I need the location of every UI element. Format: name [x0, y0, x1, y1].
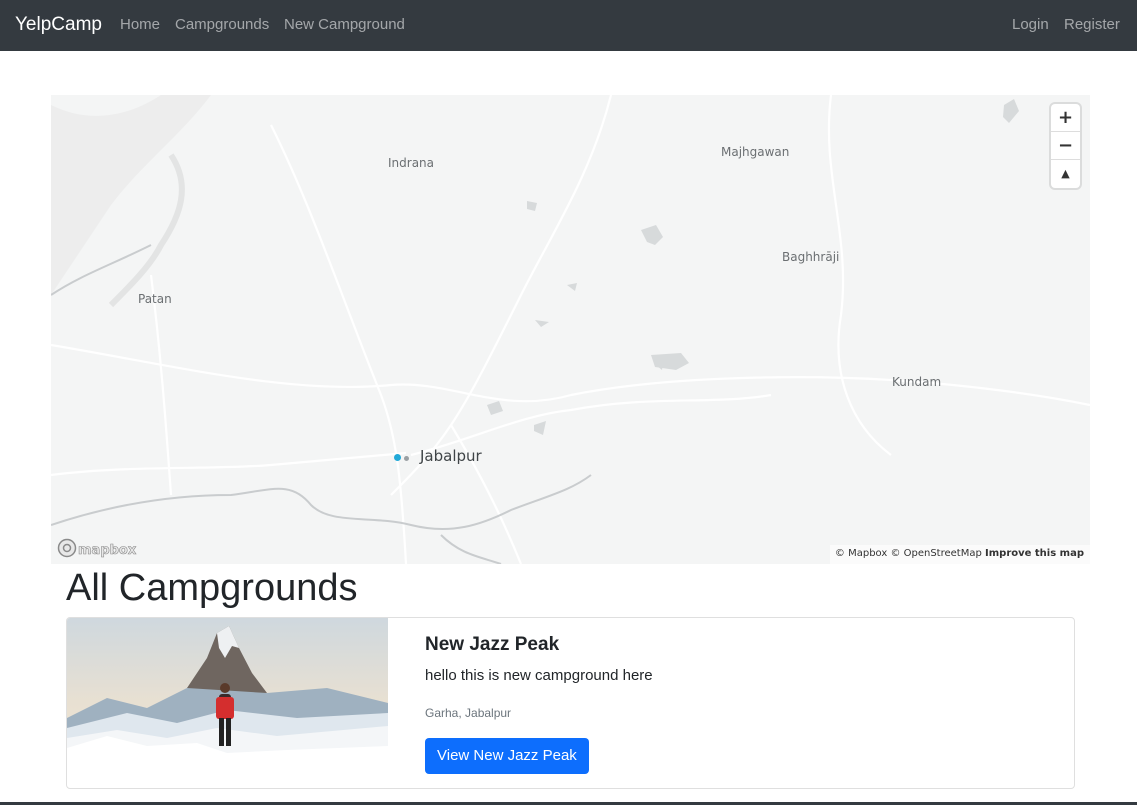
nav-login-link[interactable]: Login: [1012, 16, 1049, 33]
campground-description: hello this is new campground here: [425, 667, 653, 684]
cluster-map[interactable]: Indrana Majhgawan Baghhrāji Patan Kundam…: [51, 95, 1090, 564]
place-label-indrana: Indrana: [388, 156, 435, 170]
brand-link[interactable]: YelpCamp: [15, 14, 102, 36]
campground-card: New Jazz Peak hello this is new campgrou…: [66, 617, 1075, 789]
nav-register-link[interactable]: Register: [1064, 16, 1120, 33]
city-dot: [404, 456, 409, 461]
navbar: YelpCamp Home Campgrounds New Campground…: [0, 0, 1137, 51]
place-label-kundam: Kundam: [892, 375, 942, 389]
zoom-in-button[interactable]: +: [1051, 104, 1080, 132]
page-title: All Campgrounds: [66, 567, 358, 609]
map-attribution: © Mapbox © OpenStreetMap Improve this ma…: [829, 545, 1090, 564]
improve-map-link[interactable]: Improve this map: [985, 548, 1084, 559]
compass-button[interactable]: ▲: [1051, 160, 1080, 188]
campground-marker[interactable]: [394, 454, 401, 461]
campground-location: Garha, Jabalpur: [425, 706, 512, 720]
zoom-out-button[interactable]: −: [1051, 132, 1080, 160]
campground-title: New Jazz Peak: [425, 634, 560, 655]
mapbox-logo-text[interactable]: mapbox: [78, 543, 137, 559]
campground-image: [67, 618, 388, 759]
place-label-jabalpur: Jabalpur: [420, 447, 482, 465]
place-label-majhgawan: Majhgawan: [721, 145, 790, 159]
map-terrain: [51, 95, 1090, 564]
place-label-patan: Patan: [138, 292, 172, 306]
view-campground-button[interactable]: View New Jazz Peak: [425, 738, 589, 774]
attribution-text[interactable]: © Mapbox © OpenStreetMap: [835, 548, 982, 559]
place-label-baghhraji: Baghhrāji: [782, 250, 840, 264]
nav-campgrounds-link[interactable]: Campgrounds: [175, 16, 269, 33]
mapbox-logo-icon[interactable]: [57, 538, 77, 558]
nav-home-link[interactable]: Home: [120, 16, 160, 33]
nav-new-campground-link[interactable]: New Campground: [284, 16, 405, 33]
map-navigation-controls: + − ▲: [1051, 104, 1080, 188]
